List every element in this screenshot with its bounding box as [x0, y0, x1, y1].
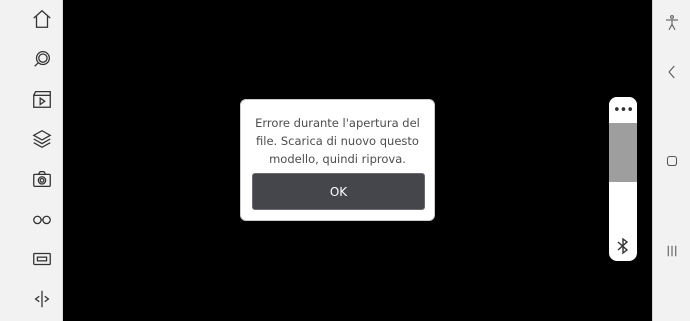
video-clip-icon[interactable]	[29, 86, 55, 112]
system-nav-bar	[652, 0, 690, 321]
left-toolbar	[0, 0, 63, 321]
ar-frame-icon[interactable]	[29, 246, 55, 272]
error-message: Errore durante l'apertura del file. Scar…	[255, 116, 420, 166]
compare-icon[interactable]	[29, 286, 55, 312]
camera-icon[interactable]	[29, 166, 55, 192]
error-dialog: Errore durante l'apertura del file. Scar…	[240, 99, 435, 221]
back-chevron-icon[interactable]	[661, 61, 683, 83]
home-icon[interactable]	[29, 6, 55, 32]
layers-icon[interactable]	[29, 126, 55, 152]
ok-button[interactable]: OK	[252, 173, 425, 210]
accessibility-icon[interactable]	[661, 12, 683, 34]
glasses-icon[interactable]	[29, 206, 55, 232]
more-options-button[interactable]: •••	[609, 97, 637, 123]
recent-apps-icon[interactable]	[661, 240, 683, 262]
bluetooth-icon[interactable]	[615, 237, 631, 255]
vertical-slider[interactable]: •••	[609, 97, 637, 261]
search-icon[interactable]	[29, 46, 55, 72]
more-icon: •••	[612, 102, 634, 118]
home-square-icon[interactable]	[661, 150, 683, 172]
